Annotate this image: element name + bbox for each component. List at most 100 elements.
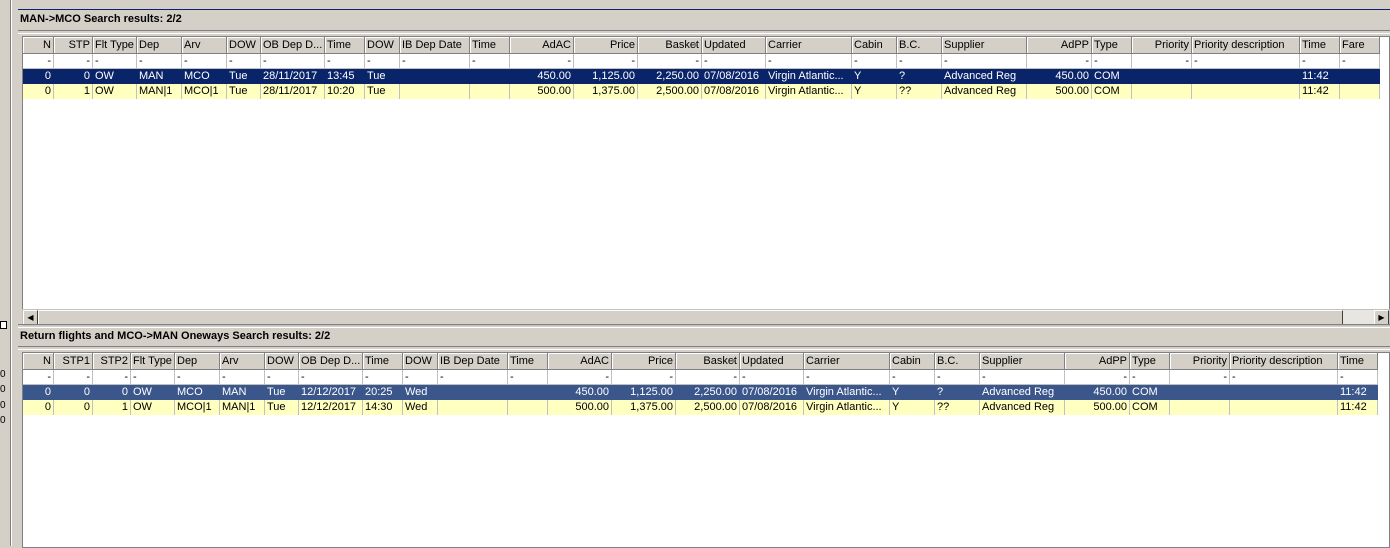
filter-cell[interactable]: - [548,370,612,385]
table-row[interactable]: 0 0 OW MAN MCO Tue 28/11/2017 13:45 Tue 450.00 1,1… [23,69,1380,84]
filter-cell[interactable]: - [54,54,93,69]
column-header[interactable]: Fare [1340,37,1380,54]
filter-cell[interactable]: - [1300,54,1340,69]
filter-cell[interactable]: - [365,54,400,69]
filter-cell[interactable]: - [510,54,574,69]
filter-cell[interactable]: - [23,370,54,385]
column-header[interactable]: Flt Type [131,353,175,370]
column-header[interactable]: Time [325,37,365,54]
column-header[interactable]: Carrier [766,37,852,54]
filter-cell[interactable]: - [702,54,766,69]
filter-cell[interactable]: - [612,370,676,385]
filter-cell[interactable]: - [220,370,265,385]
column-header[interactable]: Time [1338,353,1378,370]
scroll-right-button[interactable]: ▶ [1374,310,1389,325]
filter-cell[interactable]: - [1132,54,1192,69]
scroll-left-button[interactable]: ◀ [23,310,38,325]
column-header[interactable]: N [23,353,54,370]
filter-cell[interactable]: - [182,54,227,69]
filter-cell[interactable]: - [470,54,510,69]
column-header[interactable]: Arv [182,37,227,54]
column-header[interactable]: Priority [1132,37,1192,54]
column-header[interactable]: AdPP [1065,353,1130,370]
filter-cell[interactable]: - [1065,370,1130,385]
filter-cell[interactable]: - [740,370,804,385]
filter-cell[interactable]: - [1027,54,1092,69]
column-header[interactable]: Price [574,37,638,54]
table-header-row[interactable]: N STP Flt Type Dep Arv DOW OB Dep D... Time DOW I… [23,37,1380,54]
column-header[interactable]: B.C. [935,353,980,370]
column-header[interactable]: DOW [227,37,261,54]
table-header-row[interactable]: N STP1 STP2 Flt Type Dep Arv DOW OB Dep D... Tim… [23,353,1378,370]
filter-cell[interactable]: - [935,370,980,385]
column-header[interactable]: Updated [702,37,766,54]
scroll-thumb[interactable] [38,310,1343,325]
filter-cell[interactable]: - [299,370,363,385]
left-strip-checkbox[interactable] [0,321,7,329]
filter-cell[interactable]: - [23,54,54,69]
column-header[interactable]: Flt Type [93,37,137,54]
column-header[interactable]: Priority description [1230,353,1338,370]
filter-cell[interactable]: - [1340,54,1380,69]
column-header[interactable]: Updated [740,353,804,370]
column-header[interactable]: Priority description [1192,37,1300,54]
filter-cell[interactable]: - [890,370,935,385]
filter-cell[interactable]: - [897,54,942,69]
column-header[interactable]: AdPP [1027,37,1092,54]
filter-cell[interactable]: - [1092,54,1132,69]
table-row[interactable]: 0 0 0 OW MCO MAN Tue 12/12/2017 20:25 Wed 450.00 1,… [23,385,1378,400]
column-header[interactable]: IB Dep Date [400,37,470,54]
column-header[interactable]: Time [1300,37,1340,54]
filter-row[interactable]: ------------------------- [23,54,1380,69]
column-header[interactable]: OB Dep D... [299,353,363,370]
filter-cell[interactable]: - [227,54,261,69]
column-header[interactable]: N [23,37,54,54]
filter-cell[interactable]: - [175,370,220,385]
column-header[interactable]: Basket ▼ [676,353,740,370]
filter-cell[interactable]: - [261,54,325,69]
column-header[interactable]: Cabin [890,353,935,370]
filter-cell[interactable]: - [766,54,852,69]
inbound-results-grid[interactable]: N STP1 STP2 Flt Type Dep Arv DOW OB Dep D... Tim… [22,352,1390,548]
filter-cell[interactable]: - [676,370,740,385]
column-header[interactable]: STP2 [93,353,131,370]
filter-cell[interactable]: - [400,54,470,69]
filter-cell[interactable]: - [574,54,638,69]
filter-cell[interactable]: - [804,370,890,385]
column-header[interactable]: Time [470,37,510,54]
column-header[interactable]: Time [508,353,548,370]
filter-cell[interactable]: - [137,54,182,69]
column-header[interactable]: Dep [137,37,182,54]
filter-cell[interactable]: - [363,370,403,385]
column-header[interactable]: Dep [175,353,220,370]
column-header[interactable]: AdAC [548,353,612,370]
column-header[interactable]: Supplier [942,37,1027,54]
column-header[interactable]: AdAC [510,37,574,54]
column-header[interactable]: OB Dep D... [261,37,325,54]
table-row[interactable]: 0 0 1 OW MCO|1 MAN|1 Tue 12/12/2017 14:30 Wed 500.… [23,400,1378,415]
column-header[interactable]: B.C. [897,37,942,54]
column-header[interactable]: Time [363,353,403,370]
filter-cell[interactable]: - [325,54,365,69]
filter-cell[interactable]: - [1230,370,1338,385]
column-header[interactable]: STP1 [54,353,93,370]
column-header[interactable]: DOW [365,37,400,54]
column-header[interactable]: Cabin [852,37,897,54]
filter-cell[interactable]: - [403,370,438,385]
column-header[interactable]: DOW [265,353,299,370]
filter-cell[interactable]: - [1192,54,1300,69]
column-header[interactable]: Price [612,353,676,370]
column-header[interactable]: Supplier [980,353,1065,370]
column-header[interactable]: Priority [1170,353,1230,370]
filter-cell[interactable]: - [1170,370,1230,385]
filter-cell[interactable]: - [438,370,508,385]
filter-cell[interactable]: - [852,54,897,69]
table-row[interactable]: 0 1 OW MAN|1 MCO|1 Tue 28/11/2017 10:20 Tue 500.0… [23,84,1380,99]
filter-cell[interactable]: - [265,370,299,385]
filter-cell[interactable]: - [1130,370,1170,385]
filter-cell[interactable]: - [1338,370,1378,385]
column-header[interactable]: Type [1092,37,1132,54]
column-header[interactable]: DOW [403,353,438,370]
filter-cell[interactable]: - [508,370,548,385]
column-header[interactable]: Basket ▼ [638,37,702,54]
